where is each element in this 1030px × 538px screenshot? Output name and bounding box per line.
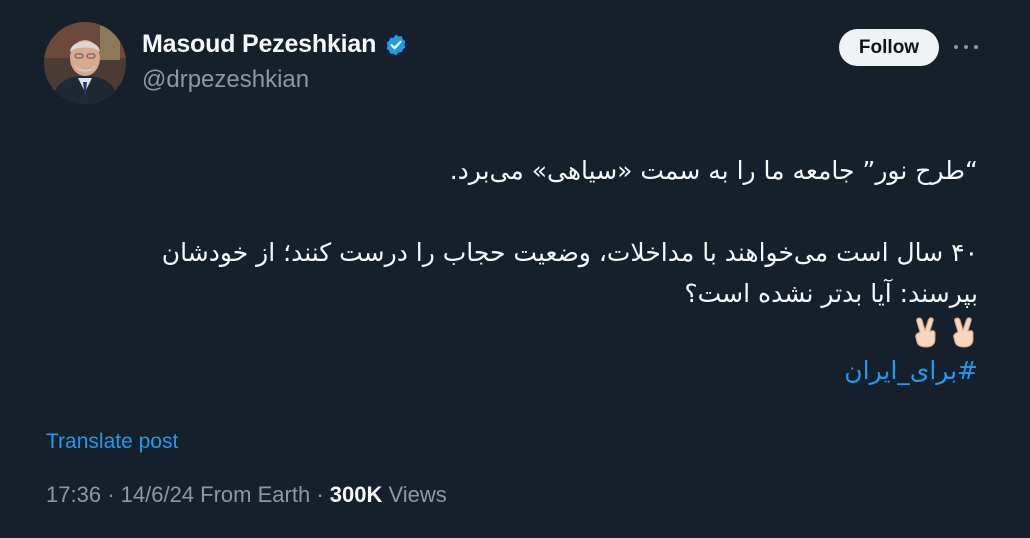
avatar[interactable] (44, 22, 126, 104)
translate-post-link[interactable]: Translate post (46, 430, 178, 454)
tweet-time[interactable]: 17:36 (46, 482, 101, 507)
tweet-date[interactable]: 14/6/24 (121, 482, 194, 507)
tweet-source: From Earth (200, 482, 311, 507)
tweet-text: “طرح نور” جامعه ما را به سمت «سیاهی» می‌… (98, 150, 978, 391)
follow-button[interactable]: Follow (839, 29, 939, 66)
views-count[interactable]: 300K (330, 482, 383, 507)
more-dot (964, 45, 968, 49)
hashtag-link[interactable]: #برای_ایران (844, 356, 978, 385)
meta-separator: · (316, 482, 324, 507)
verified-badge-icon[interactable] (384, 33, 408, 57)
author-handle[interactable]: @drpezeshkian (142, 66, 309, 94)
tweet-line-2: ۴۰ سال است می‌خواهند با مداخلات، وضعیت ح… (161, 238, 978, 308)
views-label: Views (388, 482, 447, 507)
tweet-card: Masoud Pezeshkian @drpezeshkian Follow “… (0, 0, 1030, 538)
victory-hand-icon (910, 316, 940, 348)
victory-hand-icon (948, 316, 978, 348)
avatar-image (44, 22, 126, 104)
tweet-line-1: “طرح نور” جامعه ما را به سمت «سیاهی» می‌… (449, 156, 978, 185)
meta-separator: · (107, 482, 115, 507)
author-name-row: Masoud Pezeshkian (142, 30, 408, 59)
more-dot (974, 45, 978, 49)
more-horizontal-icon[interactable] (954, 37, 978, 57)
more-dot (954, 45, 958, 49)
tweet-meta: 17:36 · 14/6/24 From Earth · 300K Views (46, 482, 447, 508)
author-display-name[interactable]: Masoud Pezeshkian (142, 30, 376, 59)
victory-emoji-line (98, 314, 978, 350)
